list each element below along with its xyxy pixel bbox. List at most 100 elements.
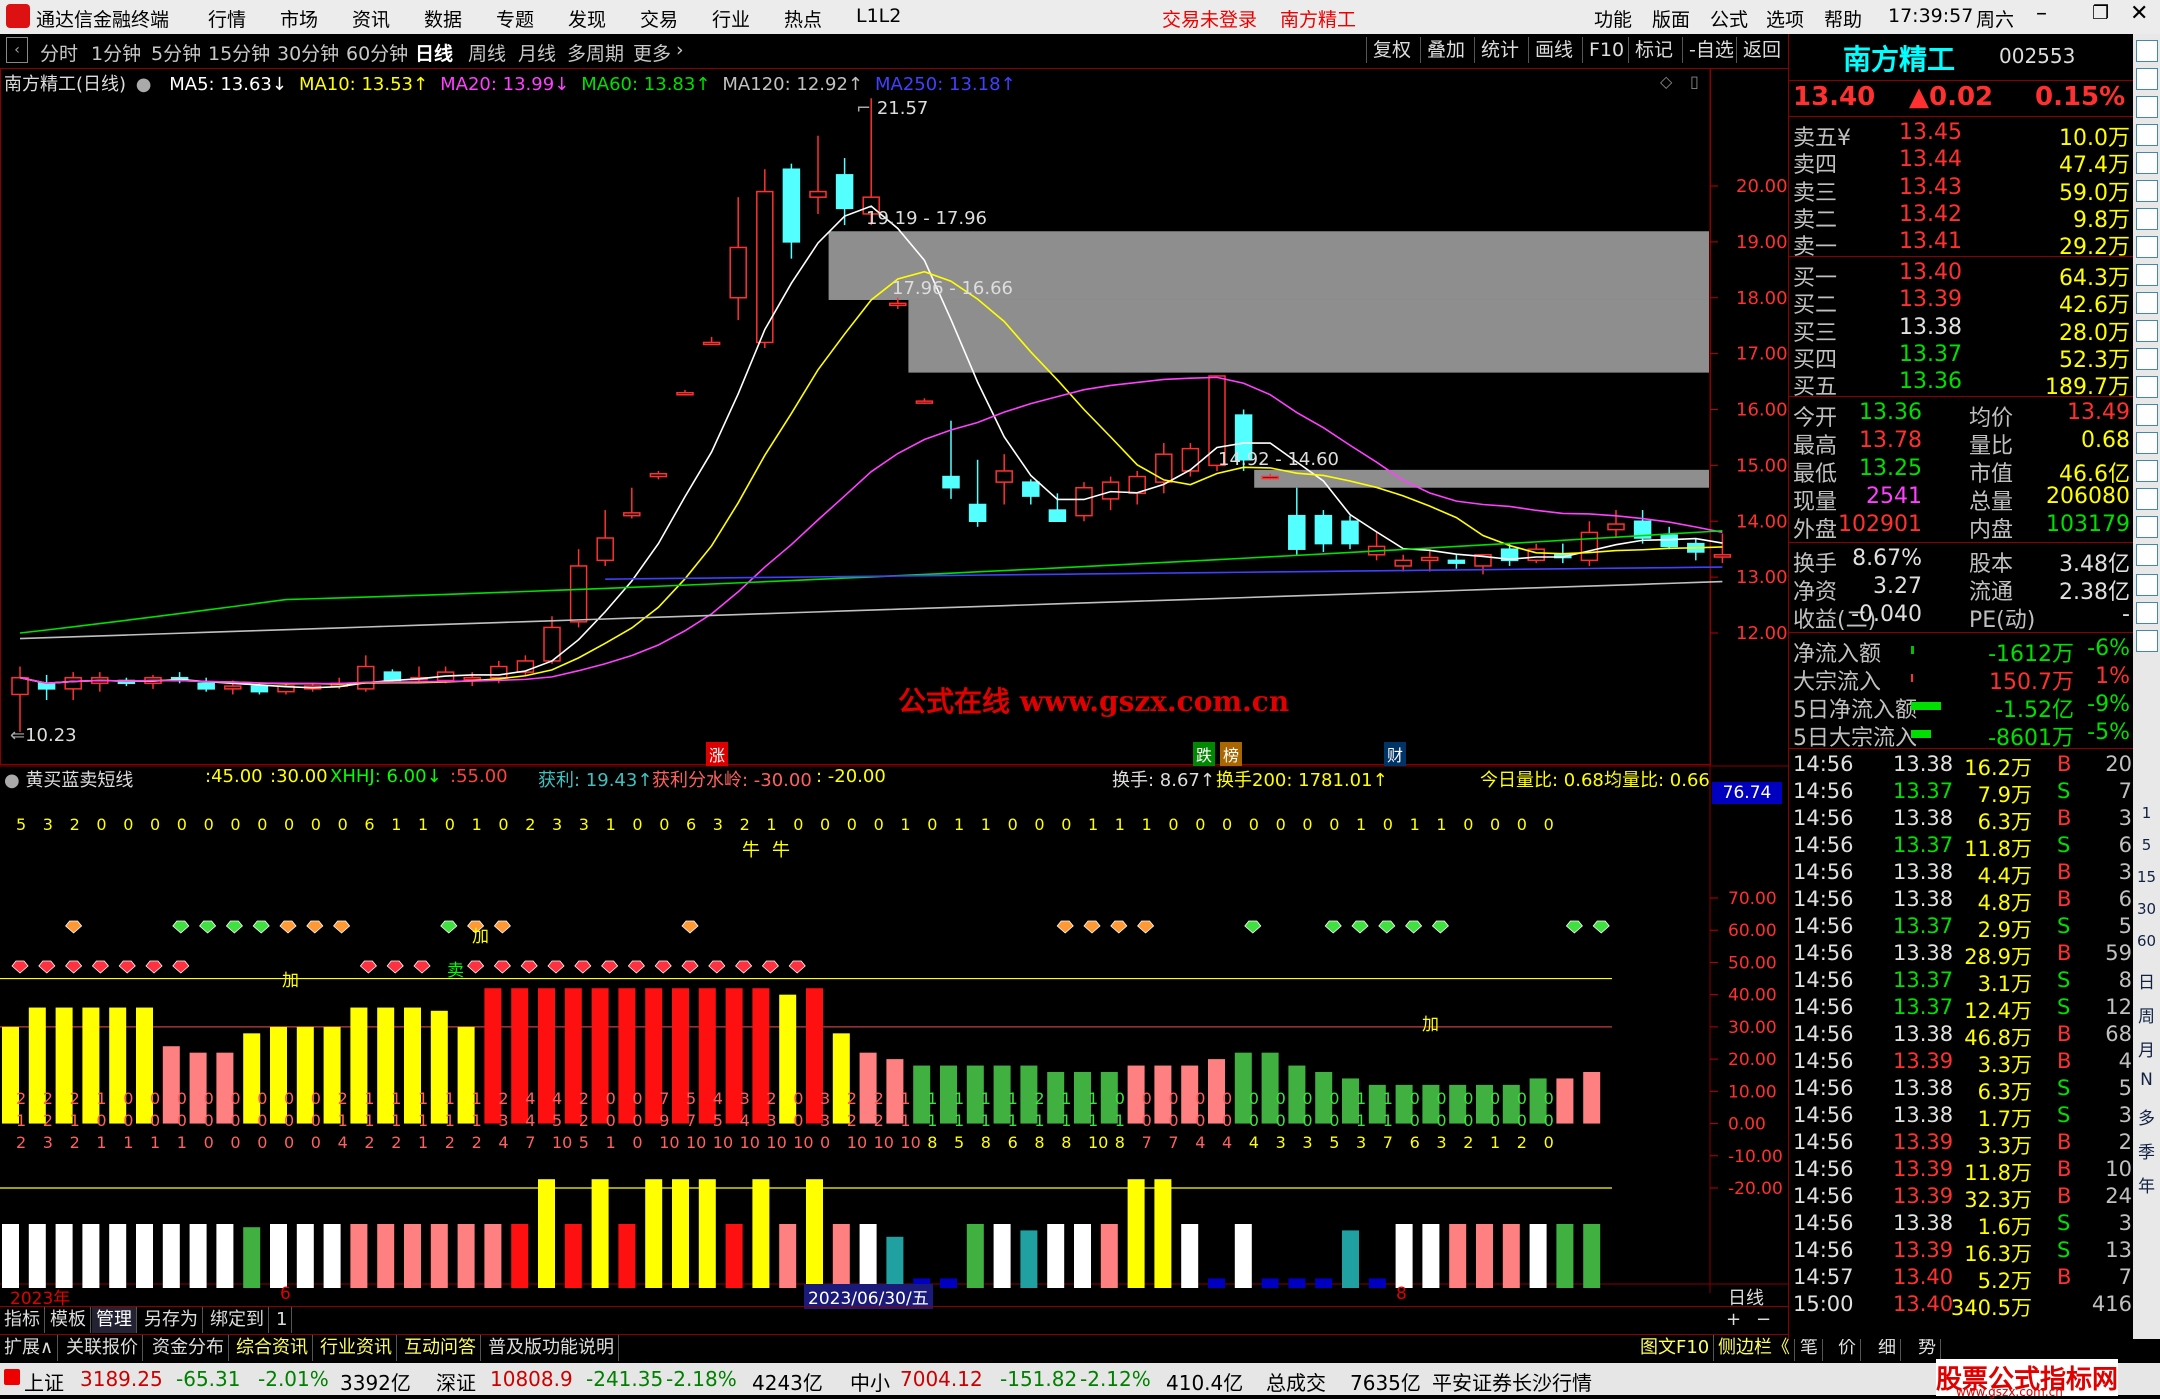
menu-item[interactable]: 资讯 xyxy=(352,5,390,32)
side-tool-icon[interactable] xyxy=(2136,208,2158,230)
side-minute-period[interactable]: 15 xyxy=(2133,868,2160,886)
side-tool-icon[interactable] xyxy=(2136,124,2158,146)
event-tag-up[interactable]: 涨 xyxy=(706,742,729,766)
toolbar-button[interactable]: 统计 xyxy=(1474,37,1525,63)
toolbar-button[interactable]: F10 xyxy=(1582,37,1630,63)
minus-icon[interactable]: − xyxy=(1752,1307,1775,1333)
menu-item[interactable]: 行业 xyxy=(712,5,750,32)
side-tool-icon[interactable] xyxy=(2136,488,2158,510)
event-tag-finance[interactable]: 财 xyxy=(1384,742,1407,766)
side-tool-icon[interactable] xyxy=(2136,320,2158,342)
toolbar-button[interactable]: 画线 xyxy=(1528,37,1579,63)
tab-manage[interactable]: 管理 xyxy=(92,1307,137,1333)
side-period[interactable]: 年 xyxy=(2133,1172,2160,1197)
event-tag-down[interactable]: 跌 xyxy=(1193,742,1216,766)
period-tab[interactable]: 月线 xyxy=(518,39,556,66)
tab-related-quotes[interactable]: 关联报价 xyxy=(62,1335,143,1361)
side-tool-icon[interactable] xyxy=(2136,516,2158,538)
indicator-name[interactable]: 黄买蓝卖短线 xyxy=(25,770,133,791)
side-minute-period[interactable]: 30 xyxy=(2133,900,2160,918)
side-minute-period[interactable]: 5 xyxy=(2133,836,2160,854)
tab-template[interactable]: 模板 xyxy=(46,1307,91,1333)
tab-qa[interactable]: 互动问答 xyxy=(400,1335,481,1361)
side-tool-icon[interactable] xyxy=(2136,68,2158,90)
side-tool-icon[interactable] xyxy=(2136,264,2158,286)
restore-icon[interactable]: ❐ xyxy=(2092,2,2109,24)
side-tool-icon[interactable] xyxy=(2136,432,2158,454)
tab-industry-news[interactable]: 行业资讯 xyxy=(316,1335,397,1361)
tab-bind-to[interactable]: 绑定到 xyxy=(206,1307,269,1333)
tab-indicator[interactable]: 指标 xyxy=(0,1307,45,1333)
tab-one[interactable]: 1 xyxy=(272,1307,293,1333)
side-period[interactable]: 日 xyxy=(2133,968,2160,993)
period-tab-more[interactable]: 更多 xyxy=(633,39,671,66)
menu-item[interactable]: 交易 xyxy=(640,5,678,32)
period-tab-active[interactable]: 日线 xyxy=(415,39,453,66)
tab-sidebar[interactable]: 侧边栏《 xyxy=(1714,1335,1795,1361)
side-minute-period[interactable]: 1 xyxy=(2133,804,2160,822)
broker-name[interactable]: 平安证券长沙行情 xyxy=(1432,1367,1592,1396)
side-tool-icon[interactable] xyxy=(2136,180,2158,202)
event-tag-list[interactable]: 榜 xyxy=(1220,742,1243,766)
toolbar-button[interactable]: 标记 xyxy=(1628,37,1679,63)
menu-item[interactable]: 市场 xyxy=(280,5,318,32)
side-period[interactable]: 月 xyxy=(2133,1036,2160,1061)
side-tool-icon[interactable] xyxy=(2136,460,2158,482)
tab-f10[interactable]: 图文F10 xyxy=(1636,1335,1715,1361)
period-tab[interactable]: 周线 xyxy=(468,39,506,66)
pin-icon[interactable]: ▯ xyxy=(1690,72,1699,91)
toolbar-button[interactable]: 返回 xyxy=(1736,37,1787,63)
index-name[interactable]: 中小 xyxy=(850,1367,890,1396)
tab-help[interactable]: 普及版功能说明 xyxy=(484,1335,619,1361)
menu-item[interactable]: 版面 xyxy=(1652,5,1690,32)
side-period[interactable]: 季 xyxy=(2133,1138,2160,1163)
side-period[interactable]: 多 xyxy=(2133,1104,2160,1129)
toolbar-button[interactable]: 复权 xyxy=(1366,37,1417,63)
period-tab[interactable]: 分时 xyxy=(40,39,78,66)
side-tool-icon[interactable] xyxy=(2136,574,2158,596)
toolbar-button[interactable]: 叠加 xyxy=(1420,37,1471,63)
plus-icon[interactable]: + xyxy=(1722,1307,1745,1333)
tab-fund-distribution[interactable]: 资金分布 xyxy=(148,1335,229,1361)
period-tab[interactable]: 1分钟 xyxy=(91,39,141,66)
index-name[interactable]: 上证 xyxy=(24,1367,64,1396)
settings-dot-icon[interactable]: ● xyxy=(4,770,25,791)
chevron-right-icon[interactable]: › xyxy=(676,39,684,61)
side-period[interactable]: N xyxy=(2133,1070,2160,1090)
chevron-left-icon[interactable]: ‹ xyxy=(6,37,28,63)
menu-item[interactable]: 数据 xyxy=(424,5,462,32)
period-tab[interactable]: 60分钟 xyxy=(346,39,408,66)
tab-save-as[interactable]: 另存为 xyxy=(140,1307,203,1333)
tab-news[interactable]: 综合资讯 xyxy=(232,1335,313,1361)
menu-item[interactable]: L1L2 xyxy=(856,5,901,27)
menu-item[interactable]: 行情 xyxy=(208,5,246,32)
side-minute-period[interactable]: 60 xyxy=(2133,932,2160,950)
side-tool-icon[interactable] xyxy=(2136,236,2158,258)
toolbar-button[interactable]: -自选 xyxy=(1682,37,1740,63)
chart-canvas[interactable]: 20.0019.0018.0017.0016.0015.0014.0013.00… xyxy=(0,68,1788,1293)
side-tool-icon[interactable] xyxy=(2136,630,2158,652)
period-tab[interactable]: 多周期 xyxy=(567,39,624,66)
index-name[interactable]: 深证 xyxy=(436,1367,476,1396)
trade-status[interactable]: 交易未登录 xyxy=(1162,5,1257,32)
diamond-icon[interactable]: ◇ xyxy=(1660,72,1672,91)
menu-item[interactable]: 功能 xyxy=(1594,5,1632,32)
menu-item[interactable]: 帮助 xyxy=(1824,5,1862,32)
menu-item[interactable]: 公式 xyxy=(1710,5,1748,32)
menu-item[interactable]: 选项 xyxy=(1766,5,1804,32)
settings-dot-icon[interactable]: ● xyxy=(136,74,152,95)
menu-item[interactable]: 专题 xyxy=(496,5,534,32)
side-tool-icon[interactable] xyxy=(2136,40,2158,62)
side-period[interactable]: 周 xyxy=(2133,1002,2160,1027)
side-tool-icon[interactable] xyxy=(2136,544,2158,566)
side-tool-icon[interactable] xyxy=(2136,602,2158,624)
tab-expand[interactable]: 扩展∧ xyxy=(0,1335,59,1361)
menu-item[interactable]: 热点 xyxy=(784,5,822,32)
side-tool-icon[interactable] xyxy=(2136,348,2158,370)
menu-item[interactable]: 发现 xyxy=(568,5,606,32)
period-tab[interactable]: 30分钟 xyxy=(277,39,339,66)
side-tool-icon[interactable] xyxy=(2136,152,2158,174)
side-tool-icon[interactable] xyxy=(2136,292,2158,314)
side-tool-icon[interactable] xyxy=(2136,404,2158,426)
period-tab[interactable]: 15分钟 xyxy=(208,39,270,66)
